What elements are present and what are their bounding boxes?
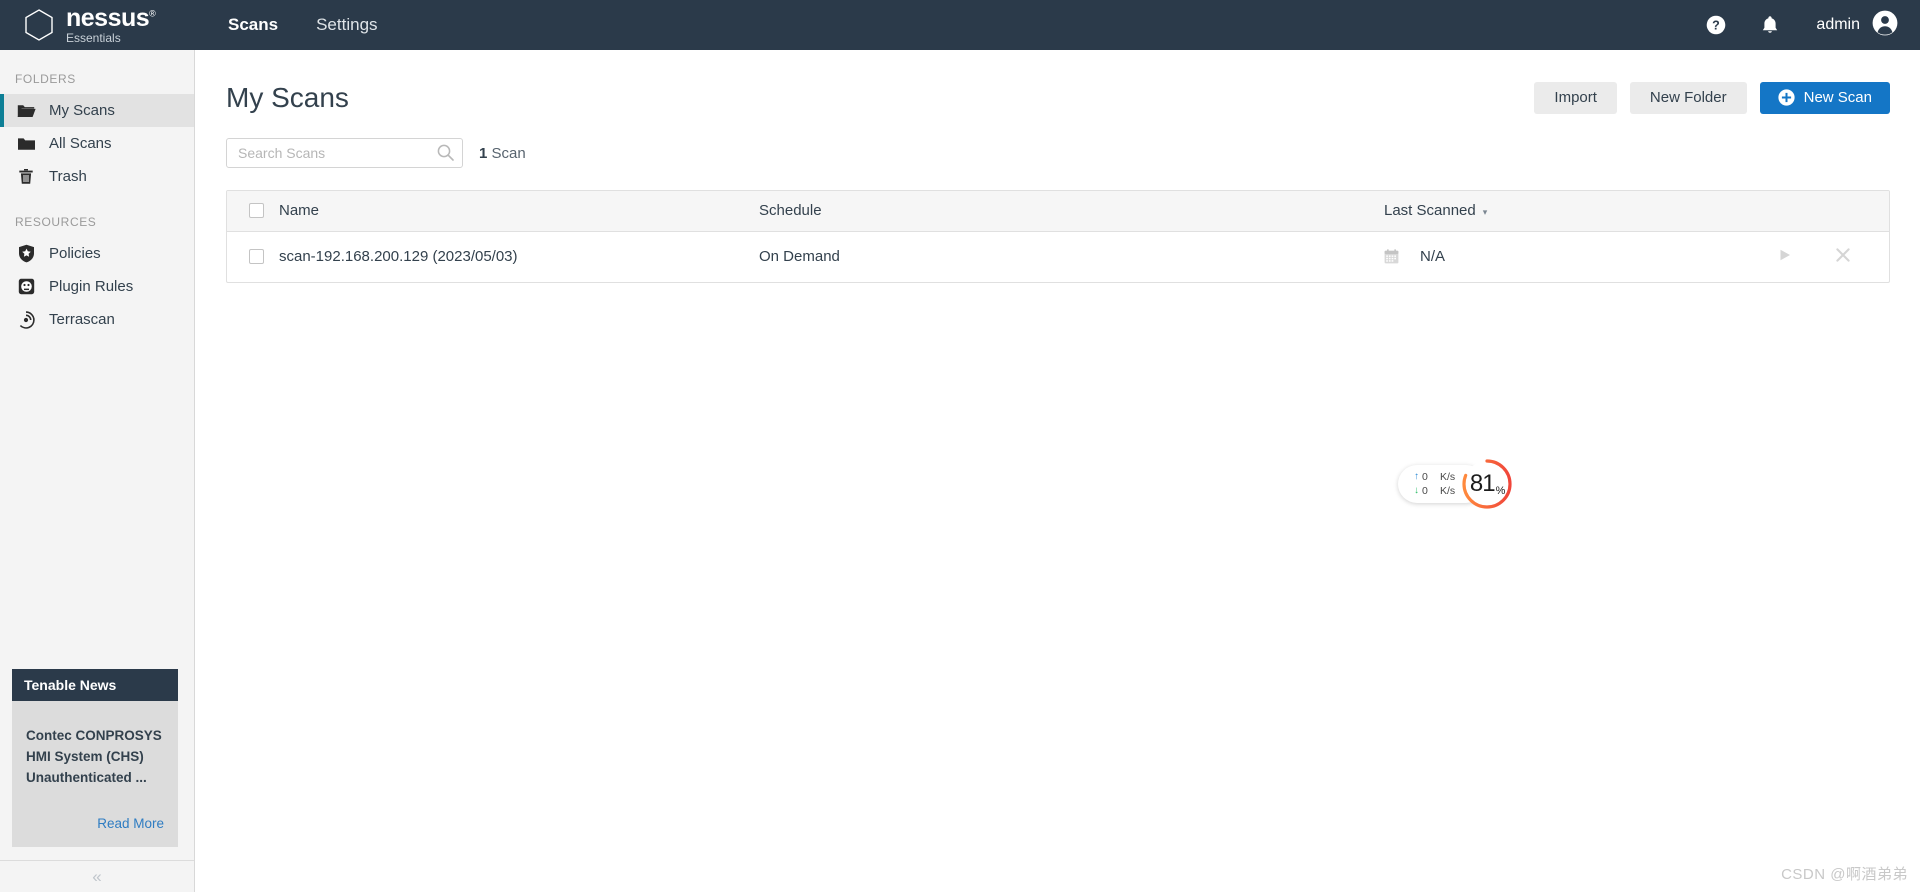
header-select-all-cell	[227, 191, 279, 231]
sidebar-item-label: My Scans	[49, 102, 115, 119]
sidebar-section-resources-label: RESOURCES	[15, 215, 97, 229]
usage-percent-ring[interactable]: 81%	[1461, 458, 1513, 510]
new-scan-button[interactable]: New Scan	[1759, 81, 1890, 114]
bell-icon[interactable]	[1758, 13, 1782, 37]
launch-scan-button[interactable]	[1778, 248, 1792, 266]
user-avatar-icon[interactable]	[1872, 10, 1898, 41]
delete-scan-button[interactable]	[1835, 247, 1851, 267]
usage-percent-symbol: %	[1495, 485, 1506, 497]
usage-percent-value: 81	[1469, 470, 1496, 497]
nav-link-settings[interactable]: Settings	[316, 15, 377, 35]
download-speed-line: ↓ 0 K/s	[1414, 484, 1455, 498]
header-name[interactable]: Name	[279, 191, 759, 231]
tenable-news-card: Tenable News Contec CONPROSYS HMI System…	[12, 669, 178, 847]
table-row[interactable]: scan-192.168.200.129 (2023/05/03) On Dem…	[227, 231, 1889, 282]
tenable-news-header: Tenable News	[12, 669, 178, 701]
primary-nav-links: Scans Settings	[228, 15, 416, 35]
tenable-news-body: Contec CONPROSYS HMI System (CHS) Unauth…	[12, 701, 178, 847]
chevron-double-left-icon: «	[92, 866, 102, 886]
row-last-scanned-cell: N/A	[1384, 231, 1714, 282]
sidebar-item-plugin-rules[interactable]: Plugin Rules	[0, 270, 194, 303]
new-scan-button-label: New Scan	[1803, 89, 1872, 106]
scans-table-head: Name Schedule Last Scanned ▾	[227, 191, 1889, 231]
calendar-icon	[1384, 249, 1399, 264]
page-title: My Scans	[226, 81, 349, 113]
shield-star-icon	[15, 244, 37, 263]
sidebar-collapse-button[interactable]: «	[0, 860, 194, 892]
brand-name: nessus®	[66, 4, 156, 32]
sidebar-item-label: Policies	[49, 245, 101, 262]
page-header: My Scans Import New Folder New Scan	[196, 50, 1920, 120]
header-last-scanned[interactable]: Last Scanned ▾	[1384, 191, 1714, 231]
select-all-checkbox[interactable]	[249, 203, 264, 219]
row-controls-cell	[1714, 231, 1889, 282]
scan-count: 1 Scan	[479, 145, 526, 162]
download-speed-value: 0	[1422, 485, 1428, 497]
tenable-news-title: Contec CONPROSYS HMI System (CHS) Unauth…	[26, 728, 162, 785]
row-select-cell	[227, 231, 279, 282]
sidebar-item-policies[interactable]: Policies	[0, 237, 194, 270]
row-checkbox[interactable]	[249, 249, 264, 265]
brand-edition: Essentials	[66, 31, 121, 45]
row-schedule: On Demand	[759, 248, 840, 266]
arrow-down-icon: ↓	[1414, 485, 1419, 496]
upload-speed-line: ↑ 0 K/s	[1414, 470, 1455, 484]
admin-username[interactable]: admin	[1816, 16, 1860, 34]
close-x-icon	[1835, 247, 1851, 267]
sidebar-item-label: Terrascan	[49, 311, 115, 328]
speed-usage-widget[interactable]: ↑ 0 K/s ↓ 0 K/s 81 %	[1398, 458, 1513, 510]
sidebar-item-trash[interactable]: Trash	[0, 160, 194, 193]
top-navigation-bar: nessus® Essentials Scans Settings ? admi…	[0, 0, 1920, 50]
header-last-scanned-label: Last Scanned	[1384, 202, 1476, 220]
row-scan-name[interactable]: scan-192.168.200.129 (2023/05/03)	[279, 231, 759, 282]
nav-link-scans[interactable]: Scans	[228, 15, 278, 35]
terrascan-radar-icon	[15, 310, 37, 329]
sidebar-item-all-scans[interactable]: All Scans	[0, 127, 194, 160]
folder-icon	[15, 136, 37, 152]
scans-toolbar: 1 Scan	[196, 120, 1920, 168]
header-schedule[interactable]: Schedule	[759, 191, 1384, 231]
sidebar-item-label: Trash	[49, 168, 87, 185]
sidebar-item-my-scans[interactable]: My Scans	[0, 94, 194, 127]
trash-icon	[15, 168, 37, 185]
svg-text:?: ?	[1713, 19, 1721, 33]
row-last-scanned-value: N/A	[1420, 248, 1446, 266]
search-scans-box	[226, 138, 463, 168]
nav-right-group: ? admin	[1674, 10, 1920, 41]
header-controls	[1714, 191, 1889, 231]
scans-table-wrapper: Name Schedule Last Scanned ▾ scan-192.168…	[226, 190, 1890, 283]
help-circle-icon[interactable]: ?	[1704, 13, 1728, 37]
table-header-row: Name Schedule Last Scanned ▾	[227, 191, 1889, 231]
brand-trademark: ®	[149, 8, 156, 19]
play-icon	[1778, 248, 1792, 266]
import-button[interactable]: Import	[1534, 81, 1617, 114]
sidebar: FOLDERS My Scans All Scans Trash RESOURC…	[0, 50, 195, 892]
upload-speed-value: 0	[1422, 471, 1428, 483]
sidebar-item-label: Plugin Rules	[49, 278, 134, 295]
watermark: CSDN @啊酒弟弟	[1781, 866, 1908, 883]
scans-table-body: scan-192.168.200.129 (2023/05/03) On Dem…	[227, 231, 1889, 282]
scan-count-label: Scan	[491, 144, 526, 162]
brand-logo[interactable]: nessus® Essentials	[0, 6, 195, 44]
new-folder-button[interactable]: New Folder	[1629, 81, 1747, 114]
sidebar-item-terrascan[interactable]: Terrascan	[0, 303, 194, 336]
scan-count-number: 1	[479, 144, 488, 162]
search-input[interactable]	[226, 138, 463, 168]
arrow-up-icon: ↑	[1414, 471, 1419, 482]
sidebar-section-folders-label: FOLDERS	[15, 72, 76, 86]
nessus-hexagon-logo-icon	[20, 6, 58, 44]
search-icon[interactable]	[437, 144, 454, 166]
plugin-outlet-icon	[15, 278, 37, 295]
sort-descending-caret-icon[interactable]: ▾	[1483, 207, 1488, 217]
sidebar-item-label: All Scans	[49, 135, 112, 152]
upload-speed-unit: K/s	[1440, 471, 1456, 483]
scans-table: Name Schedule Last Scanned ▾ scan-192.168…	[227, 191, 1889, 282]
usage-percent-readout: 81%	[1461, 458, 1513, 510]
plus-circle-icon	[1778, 89, 1795, 106]
download-speed-unit: K/s	[1440, 485, 1456, 497]
tenable-news-read-more-link[interactable]: Read More	[97, 816, 164, 831]
page-header-actions: Import New Folder New Scan	[1534, 81, 1890, 114]
main-content: My Scans Import New Folder New Scan Sear…	[196, 50, 1920, 892]
open-folder-icon	[15, 103, 37, 119]
